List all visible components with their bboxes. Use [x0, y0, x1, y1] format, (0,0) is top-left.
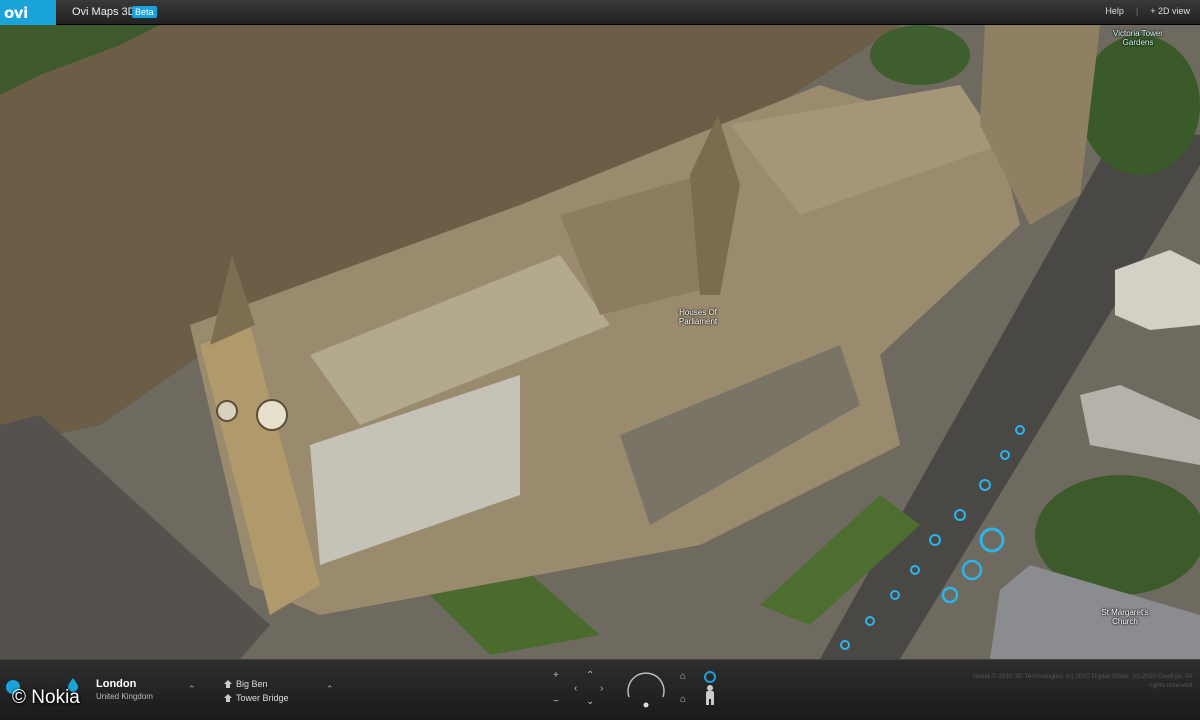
bottom-bar: London United Kingdom ⌃ Big Ben Tower Br…	[0, 659, 1200, 720]
landmark-pin-icon	[224, 694, 232, 702]
top-links: Help | + 2D view	[1105, 6, 1190, 16]
pan-down-icon[interactable]: ⌄	[586, 696, 594, 707]
separator: |	[1135, 6, 1139, 16]
top-bar: ovi Ovi Maps 3D Beta Help | + 2D view	[0, 0, 1200, 25]
poi-item[interactable]: Tower Bridge	[224, 693, 289, 703]
nokia-watermark: © Nokia	[12, 687, 80, 708]
location-country: United Kingdom	[96, 692, 153, 701]
pan-left-icon[interactable]: ‹	[574, 683, 577, 694]
beta-badge: Beta	[132, 6, 157, 18]
poi-expand-caret-icon[interactable]: ⌃	[326, 684, 334, 695]
map-attribution: Nokia © 2010 3D Technologies, (c) 2010 D…	[973, 673, 1192, 689]
label-victoria-tower-gardens[interactable]: Victoria Tower Gardens	[1098, 29, 1178, 47]
poi-label: Big Ben	[236, 679, 268, 689]
pegman-street-view-icon[interactable]	[702, 671, 718, 705]
ovi-logo[interactable]: ovi	[0, 0, 56, 25]
logo-text: ovi	[4, 3, 28, 22]
landmark-pin-icon	[224, 680, 232, 688]
zoom-in-icon[interactable]: ⌂	[680, 671, 686, 682]
trees-north	[1080, 35, 1200, 175]
clock-face-side	[216, 400, 238, 422]
navigation-pad: + − ⌃ ‹ › ⌄	[548, 668, 614, 714]
aerial-scene	[0, 25, 1200, 659]
tilt-down-icon[interactable]: −	[553, 696, 559, 707]
clock-face	[256, 399, 288, 431]
map-3d-view[interactable]: Houses Of Parliament St Margaret's Churc…	[0, 25, 1200, 659]
poi-label: Tower Bridge	[236, 693, 289, 703]
poi-item[interactable]: Big Ben	[224, 679, 268, 689]
2d-view-toggle[interactable]: + 2D view	[1150, 6, 1190, 16]
tilt-up-icon[interactable]: +	[553, 670, 559, 681]
location-city[interactable]: London	[96, 678, 136, 690]
zoom-out-icon[interactable]: ⌂	[680, 694, 686, 705]
pan-right-icon[interactable]: ›	[600, 683, 603, 694]
trees-gardens	[870, 25, 970, 85]
location-expand-caret-icon[interactable]: ⌃	[188, 684, 196, 695]
app-title: Ovi Maps 3D	[72, 6, 136, 18]
help-link[interactable]: Help	[1105, 6, 1124, 16]
label-houses-of-parliament[interactable]: Houses Of Parliament	[668, 308, 728, 326]
pan-up-icon[interactable]: ⌃	[586, 670, 594, 681]
rotate-compass-icon[interactable]	[625, 669, 667, 711]
label-st-margarets-church[interactable]: St Margaret's Church	[1098, 608, 1152, 626]
